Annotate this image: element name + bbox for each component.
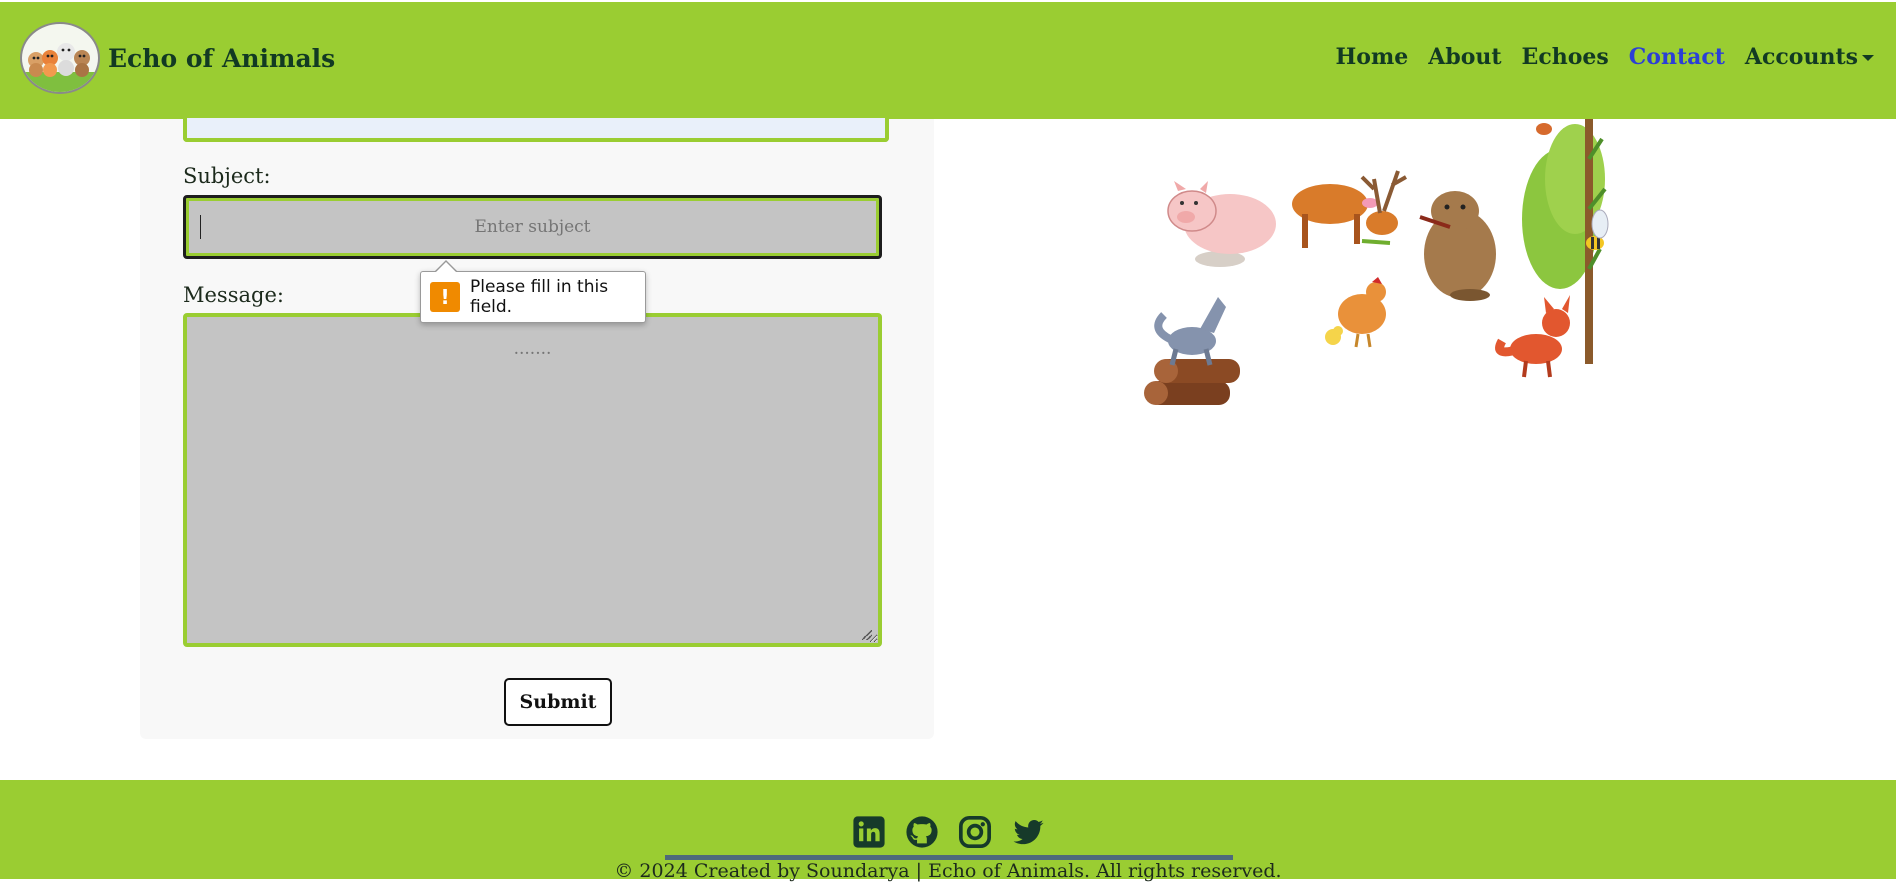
caret-down-icon (1862, 55, 1874, 61)
submit-button[interactable]: Submit (504, 678, 612, 726)
nav-contact[interactable]: Contact (1629, 44, 1725, 70)
brand[interactable]: Echo of Animals (20, 22, 335, 94)
nav-about[interactable]: About (1428, 44, 1501, 70)
nav-echoes[interactable]: Echoes (1522, 44, 1609, 70)
github-icon[interactable] (905, 815, 939, 849)
fox-icon (1495, 295, 1570, 378)
subject-label: Subject: (183, 164, 271, 188)
subject-input[interactable] (183, 195, 882, 259)
message-textarea[interactable] (183, 313, 882, 647)
chick-icon (1325, 326, 1343, 345)
nav-accounts-label: Accounts (1744, 44, 1858, 70)
validation-tooltip: ! Please fill in this field. (420, 271, 646, 323)
nav-accounts-dropdown[interactable]: Accounts (1745, 44, 1874, 70)
text-cursor (200, 215, 201, 239)
message-label: Message: (183, 283, 284, 307)
animals-illustration (1144, 119, 1609, 405)
previous-field-bottom[interactable] (183, 118, 889, 142)
warning-icon: ! (430, 282, 460, 312)
hen-icon (1338, 277, 1386, 348)
tooltip-arrow-fill (436, 262, 456, 272)
resize-handle-icon[interactable] (862, 630, 872, 640)
pig-icon (1167, 181, 1276, 267)
linkedin-icon[interactable] (852, 815, 886, 849)
quokka-icon (1419, 191, 1496, 301)
instagram-icon[interactable] (958, 815, 992, 849)
main-nav: Home About Echoes Contact Accounts (1316, 44, 1874, 70)
social-links (852, 815, 1064, 849)
brand-logo[interactable] (20, 22, 100, 94)
deer-icon (1292, 170, 1407, 248)
twitter-icon[interactable] (1011, 815, 1045, 849)
wolf-icon (1154, 297, 1226, 366)
nav-home[interactable]: Home (1336, 44, 1409, 70)
logs-icon (1144, 359, 1240, 405)
brand-name[interactable]: Echo of Animals (108, 44, 335, 73)
animals-logo-icon (22, 43, 98, 92)
validation-message: Please fill in this field. (470, 277, 609, 317)
bird-icon (1536, 123, 1552, 135)
top-navbar: Echo of Animals Home About Echoes Contac… (0, 2, 1896, 119)
